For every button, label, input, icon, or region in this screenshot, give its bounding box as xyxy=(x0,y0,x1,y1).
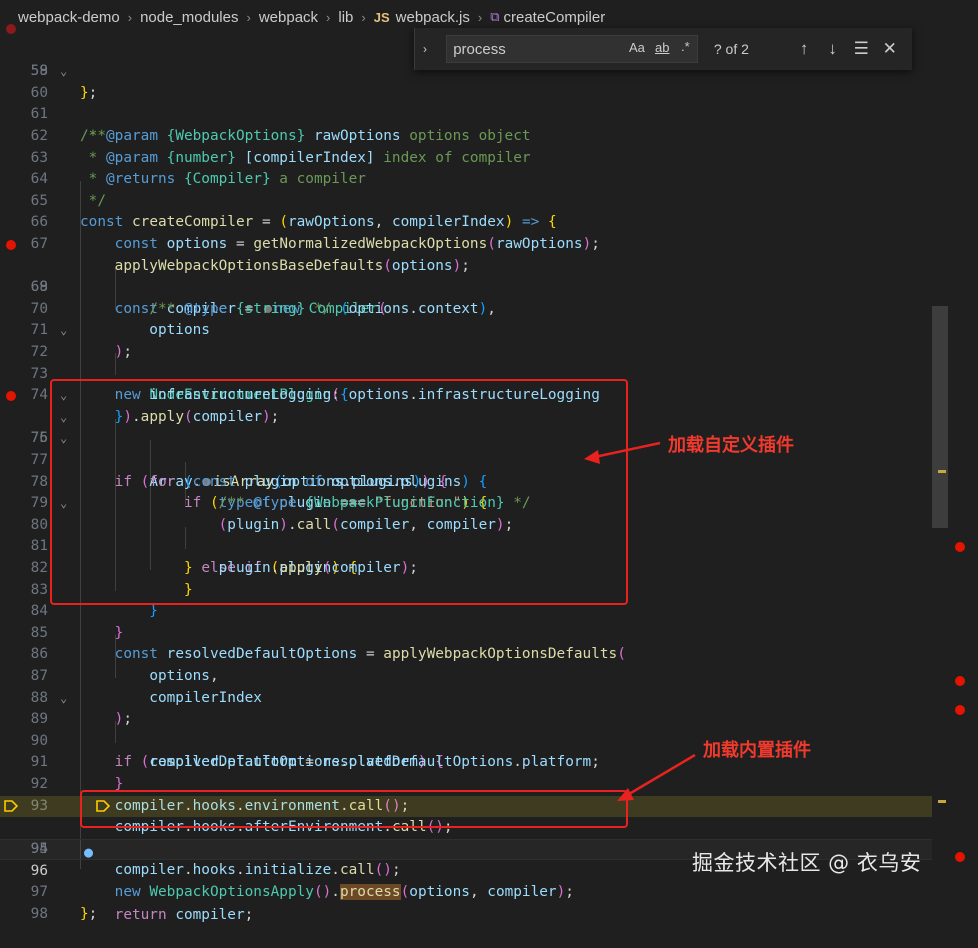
annotation-arrows xyxy=(584,441,696,801)
code-text: return compiler; xyxy=(114,906,254,923)
code-text: }; xyxy=(80,905,98,922)
annotation-builtin-plugins: 加载内置插件 xyxy=(703,740,811,761)
watermark: 掘金技术社区 @ 衣乌安 xyxy=(692,851,922,875)
annotation-custom-plugins: 加载自定义插件 xyxy=(668,435,794,456)
